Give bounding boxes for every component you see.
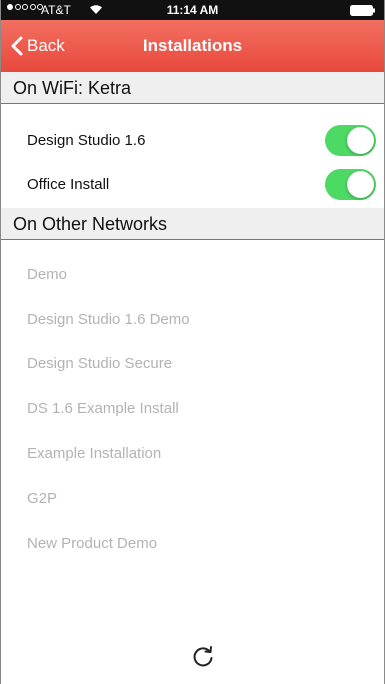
refresh-icon[interactable]	[190, 644, 216, 670]
list-item[interactable]: Design Studio 1.6	[1, 119, 384, 163]
status-time: 11:14 AM	[166, 3, 219, 17]
installation-toggle[interactable]	[325, 169, 376, 200]
list-item[interactable]: Demo	[27, 266, 67, 283]
section-title: On WiFi: Ketra	[13, 78, 132, 98]
page-title: Installations	[142, 36, 243, 55]
installation-name: Office Install	[27, 176, 110, 193]
status-bar: AT&T 11:14 AM	[1, 0, 384, 20]
section-header-other-networks: On Other Networks	[1, 208, 384, 240]
section-header-wifi: On WiFi: Ketra	[1, 72, 384, 104]
battery-icon	[350, 5, 375, 16]
list-item[interactable]: G2P	[27, 490, 57, 507]
list-item[interactable]: Example Installation	[27, 445, 161, 462]
list-item[interactable]: Design Studio 1.6 Demo	[27, 311, 190, 328]
app-screen: AT&T 11:14 AM Back Installations On WiFi…	[0, 0, 385, 684]
navigation-bar: Back Installations	[1, 20, 384, 72]
installation-toggle[interactable]	[325, 125, 376, 156]
list-item[interactable]: Design Studio Secure	[27, 355, 172, 372]
list-item[interactable]: New Product Demo	[27, 535, 157, 552]
list-item[interactable]: Office Install	[1, 163, 384, 207]
list-item[interactable]: DS 1.6 Example Install	[27, 400, 179, 417]
section-title: On Other Networks	[13, 214, 168, 234]
installation-name: Design Studio 1.6	[27, 132, 146, 149]
